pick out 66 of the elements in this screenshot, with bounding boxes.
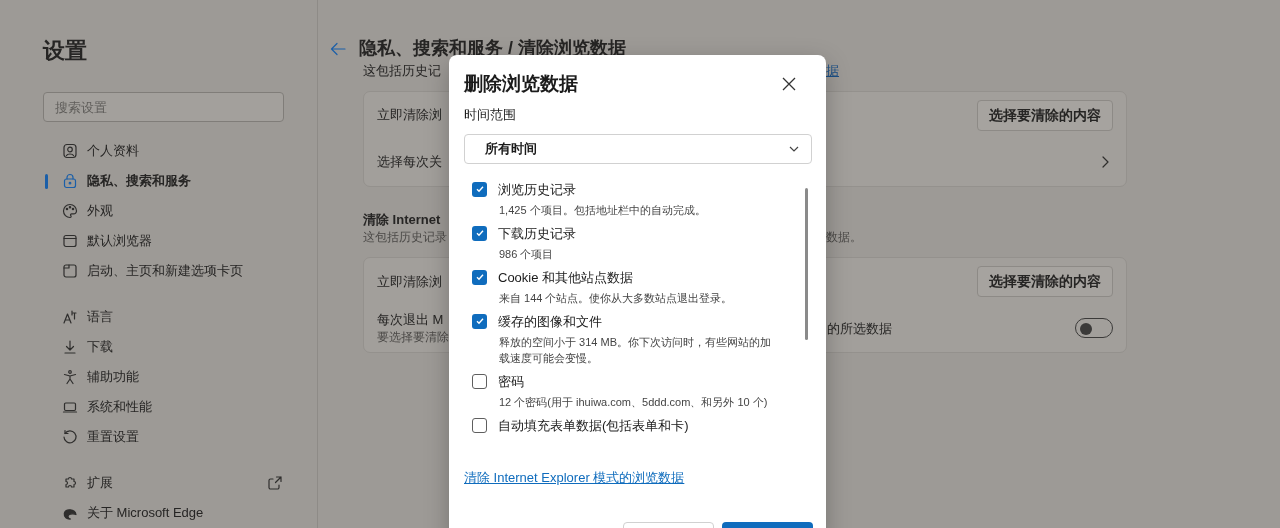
checkbox[interactable] (472, 373, 487, 389)
palette-icon (62, 203, 78, 219)
time-range-dropdown[interactable]: 所有时间 (464, 133, 812, 164)
checkbox-label: 缓存的图像和文件 (498, 312, 602, 331)
setting-label: 立即清除浏 (377, 272, 443, 291)
choose-button[interactable]: 选择要清除的内容 (977, 265, 1113, 297)
setting-description: 要选择要清除 (377, 330, 449, 346)
dialog-title: 删除浏览数据 (464, 72, 578, 96)
sidebar-item[interactable]: 系统和性能 (43, 392, 283, 422)
section-description: 这包括历史记录 (363, 229, 448, 245)
checkbox[interactable] (472, 313, 487, 329)
accessibility-icon (62, 369, 78, 385)
checkbox-label: 下载历史记录 (498, 224, 576, 243)
checkmark-icon (474, 316, 485, 326)
sidebar-item[interactable]: 辅助功能 (43, 362, 283, 392)
checkbox[interactable] (472, 417, 487, 433)
scrollbar[interactable] (805, 187, 808, 340)
option-description: 986 个项目 (499, 246, 555, 262)
laptop-icon (62, 399, 78, 415)
tab-page-icon (62, 263, 78, 279)
sidebar-item[interactable]: 关于 Microsoft Edge (43, 498, 283, 528)
option-description: 释放的空间小于 314 MB。你下次访问时，有些网站的加载速度可能会变慢。 (499, 334, 772, 366)
setting-label: 每次退出 M (377, 310, 445, 329)
checkbox-label: 密码 (498, 372, 524, 391)
option-description: 来自 144 个站点。使你从大多数站点退出登录。 (499, 290, 734, 306)
language-icon (62, 309, 78, 325)
description-text: 这包括历史记 (363, 62, 442, 80)
sidebar-item[interactable]: 隐私、搜索和服务 (43, 166, 283, 196)
reset-icon (62, 429, 78, 445)
close-button[interactable] (780, 75, 798, 93)
checkbox[interactable] (472, 225, 487, 241)
download-icon (62, 339, 78, 355)
search-field[interactable]: 搜索设置 (43, 92, 284, 122)
puzzle-icon (62, 475, 78, 491)
checkmark-icon (474, 228, 485, 238)
checkmark-icon (474, 184, 485, 194)
checkbox[interactable] (472, 181, 487, 197)
sidebar-item[interactable]: 默认浏览器 (43, 226, 283, 256)
checkbox[interactable] (472, 269, 487, 285)
choose-button[interactable]: 选择要清除的内容 (977, 99, 1113, 131)
sidebar-item[interactable]: 外观 (43, 196, 283, 226)
option-description: 12 个密码(用于 ihuiwa.com、5ddd.com、和另外 10 个) (499, 394, 769, 410)
setting-label: 立即清除浏 (377, 106, 443, 125)
link[interactable]: 据 (826, 61, 1127, 81)
checkbox-label: Cookie 和其他站点数据 (498, 268, 634, 287)
checkmark-icon (474, 272, 485, 282)
link[interactable]: 清除 Internet Explorer 模式的浏览数据 (464, 467, 685, 487)
section-heading: 清除 Internet (363, 210, 441, 229)
sidebar-item[interactable]: 扩展 (43, 468, 283, 498)
browser-window-icon (62, 233, 78, 249)
section-description: 数据。 (826, 229, 863, 245)
option-description: 1,425 个项目。包括地址栏中的自动完成。 (499, 202, 707, 218)
checkbox-label: 自动填充表单数据(包括表单和卡) (498, 416, 689, 435)
profile-icon (62, 143, 78, 159)
sidebar-item[interactable]: 个人资料 (43, 136, 283, 166)
sidebar-item[interactable]: 重置设置 (43, 422, 283, 452)
setting-label: 选择每次关 (377, 153, 443, 172)
sidebar-item[interactable]: 下载 (43, 332, 283, 362)
sidebar-item[interactable]: 语言 (43, 302, 283, 332)
field-label: 时间范围 (464, 106, 517, 124)
setting-label: 的所选数据 (827, 319, 892, 338)
checkbox-label: 浏览历史记录 (498, 180, 576, 199)
selection-indicator (45, 174, 48, 189)
lock-icon (62, 173, 78, 189)
sidebar-item[interactable]: 启动、主页和新建选项卡页 (43, 256, 283, 286)
settings-title: 设置 (43, 37, 88, 65)
